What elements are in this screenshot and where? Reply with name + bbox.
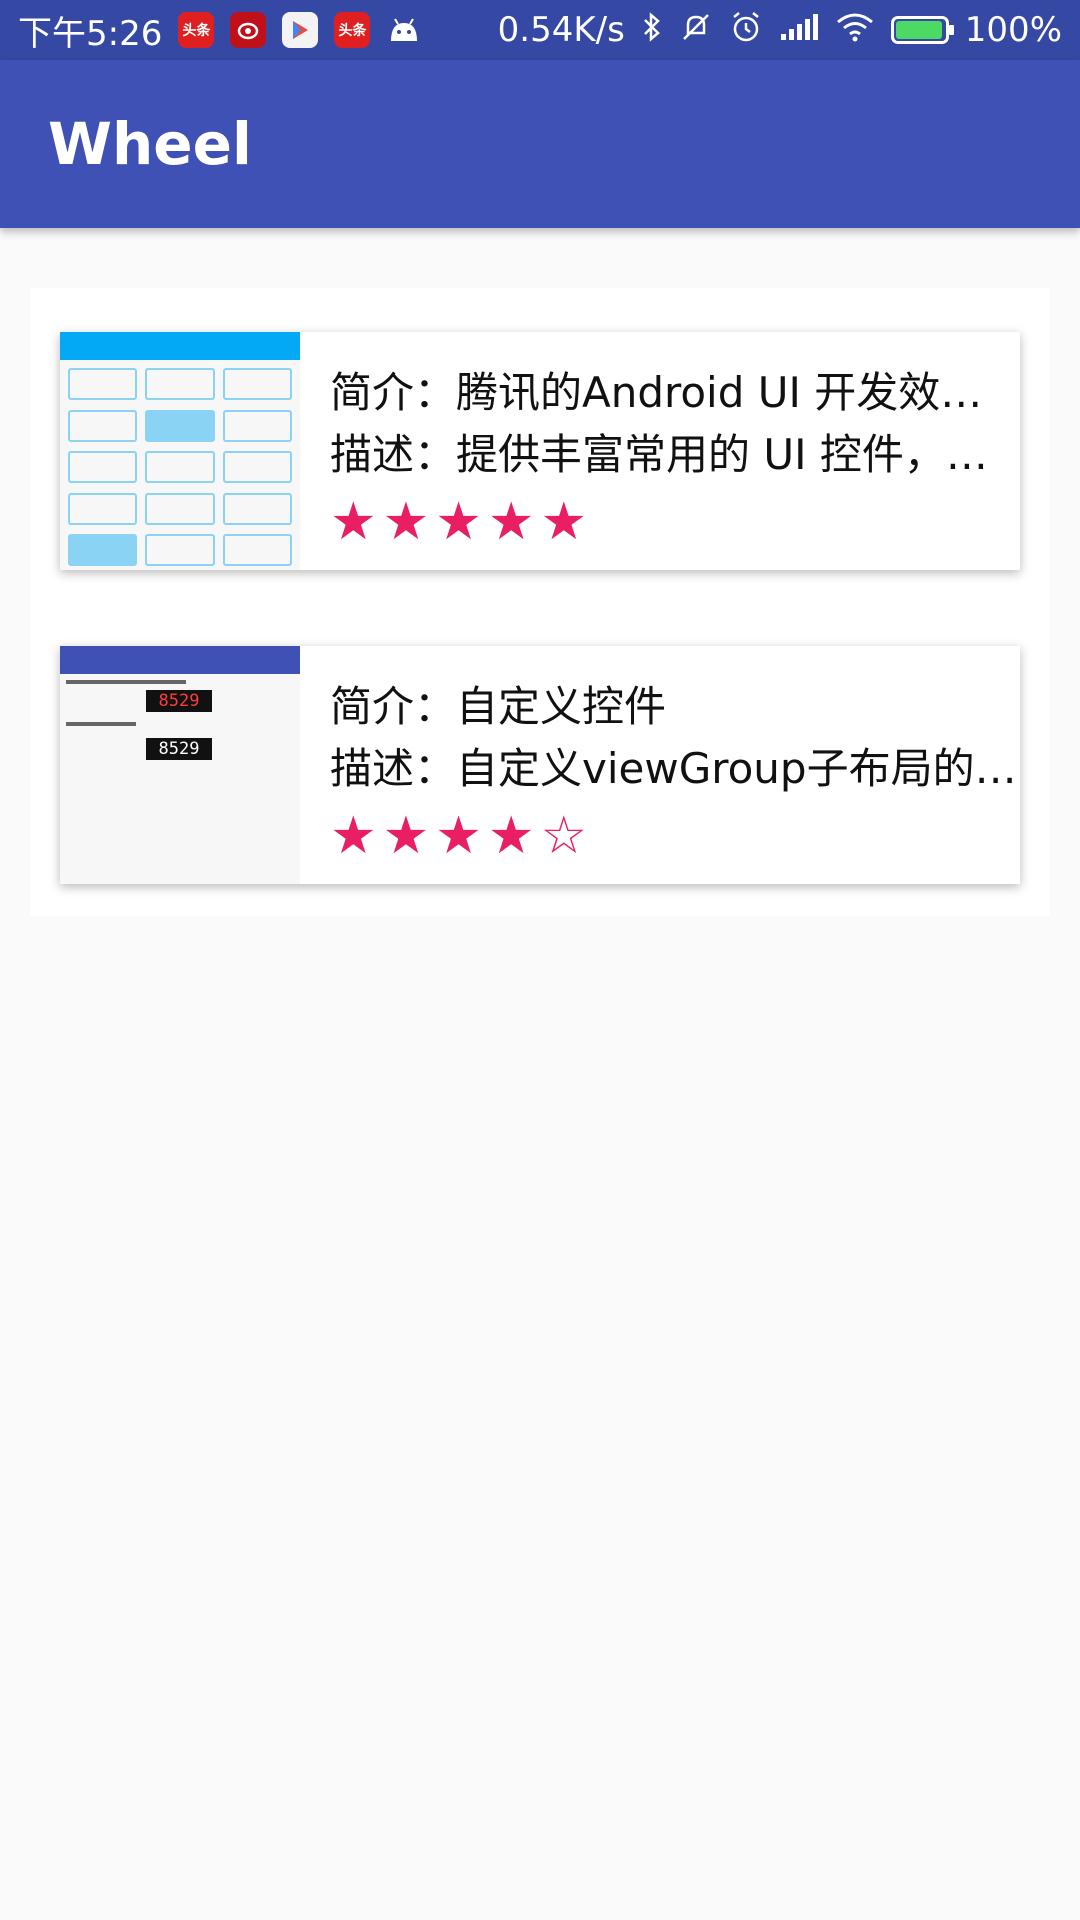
- android-icon: [386, 12, 422, 48]
- star-filled-icon: ★: [487, 492, 535, 552]
- battery-icon: [890, 16, 954, 44]
- item-intro: 简介：腾讯的Android UI 开发效率…: [330, 368, 1020, 417]
- custom-view-thumbnail: 8529 8529: [60, 646, 300, 884]
- item-intro: 简介：自定义控件: [330, 682, 667, 731]
- rating-bar: ★ ★ ★ ★ ☆: [330, 806, 1020, 866]
- item-description: 描述：自定义viewGroup子布局的…: [330, 744, 1017, 793]
- star-filled-icon: ★: [435, 806, 482, 866]
- toutiao-icon: 头条: [334, 12, 371, 48]
- weibo-icon: [230, 12, 267, 48]
- item-list: 简介：腾讯的Android UI 开发效率… 描述：提供丰富常用的 UI 控件，…: [30, 288, 1050, 916]
- status-bar: 下午5:26 头条 头条 0.54K/s 100%: [0, 0, 1080, 60]
- star-filled-icon: ★: [487, 806, 535, 866]
- mute-icon: [679, 11, 713, 49]
- component-list-thumbnail: [60, 332, 300, 570]
- wifi-icon: [835, 11, 875, 49]
- list-item[interactable]: 8529 8529 简介：自定义控件 描述：自定义viewGroup子布局的… …: [60, 646, 1020, 884]
- rating-bar: ★ ★ ★ ★ ★: [330, 492, 1020, 552]
- battery-percent: 100%: [964, 10, 1062, 50]
- app-bar: Wheel: [0, 60, 1080, 228]
- star-filled-icon: ★: [382, 806, 430, 866]
- alarm-icon: [729, 10, 763, 50]
- list-item[interactable]: 简介：腾讯的Android UI 开发效率… 描述：提供丰富常用的 UI 控件，…: [60, 332, 1020, 570]
- star-filled-icon: ★: [540, 492, 588, 552]
- bluetooth-icon: [641, 11, 663, 49]
- network-speed: 0.54K/s: [497, 10, 625, 50]
- signal-icon: [779, 12, 819, 48]
- star-filled-icon: ★: [382, 492, 430, 552]
- star-filled-icon: ★: [435, 492, 482, 552]
- app-title: Wheel: [48, 110, 252, 178]
- item-description: 描述：提供丰富常用的 UI 控件，…: [330, 430, 988, 479]
- star-filled-icon: ★: [330, 806, 377, 866]
- star-empty-icon: ☆: [540, 806, 588, 866]
- star-filled-icon: ★: [330, 492, 377, 552]
- status-time: 下午5:26: [18, 13, 163, 54]
- toutiao-icon: 头条: [178, 12, 215, 48]
- play-store-icon: [282, 12, 319, 48]
